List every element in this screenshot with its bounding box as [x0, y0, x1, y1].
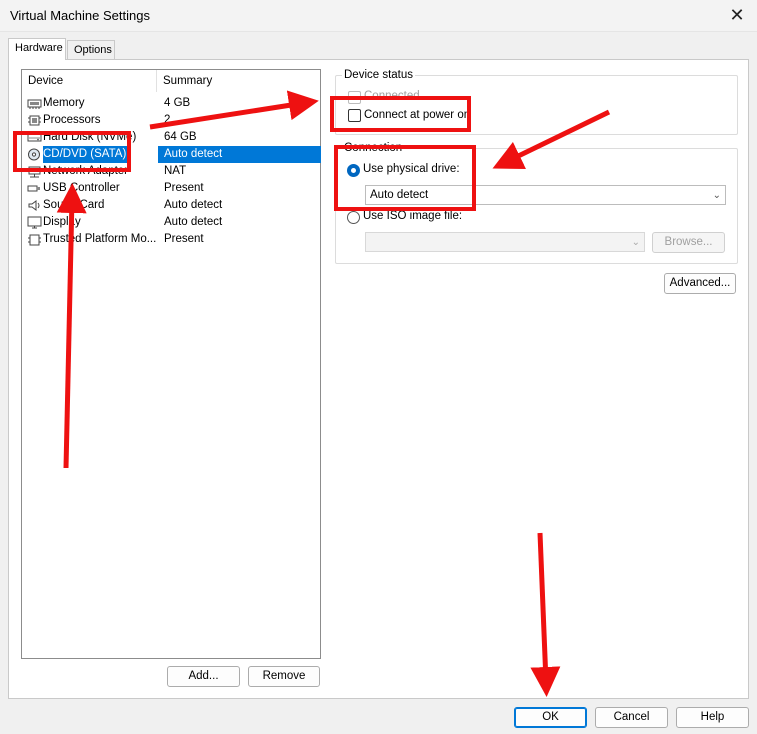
tpm-icon [27, 233, 42, 246]
window-title: Virtual Machine Settings [10, 8, 150, 23]
chevron-down-icon: ⌄ [712, 190, 721, 201]
device-column-header[interactable]: Device [22, 70, 157, 92]
tab-hardware[interactable]: Hardware [8, 38, 66, 60]
device-summary: Present [164, 182, 204, 194]
device-label: Sound Card [43, 199, 105, 211]
device-summary: Auto detect [158, 146, 321, 163]
title-bar: Virtual Machine Settings ✕ [0, 0, 757, 32]
memory-icon [27, 97, 42, 110]
browse-button: Browse... [652, 232, 725, 253]
annotation-box-cd-dvd [13, 131, 131, 172]
device-row-sound-card[interactable]: Sound Card Auto detect [23, 197, 321, 214]
help-button[interactable]: Help [676, 707, 749, 728]
device-row-display[interactable]: Display Auto detect [23, 214, 321, 231]
device-summary: Auto detect [164, 199, 223, 211]
device-summary: Auto detect [164, 216, 223, 228]
processor-icon [27, 114, 42, 127]
device-summary: 64 GB [164, 131, 197, 143]
device-label: Display [43, 216, 81, 228]
device-summary: 2 [164, 114, 171, 126]
tab-options[interactable]: Options [67, 40, 115, 59]
advanced-button[interactable]: Advanced... [664, 273, 736, 294]
use-iso-image-radio[interactable] [347, 211, 360, 224]
ok-button[interactable]: OK [514, 707, 587, 728]
add-device-button[interactable]: Add... [167, 666, 240, 687]
device-row-usb-controller[interactable]: USB Controller Present [23, 180, 321, 197]
device-summary: 4 GB [164, 97, 191, 109]
sound-card-icon [27, 199, 42, 212]
cancel-button[interactable]: Cancel [595, 707, 668, 728]
remove-device-button[interactable]: Remove [248, 666, 320, 687]
device-row-processors[interactable]: Processors 2 [23, 112, 321, 129]
device-summary: NAT [164, 165, 187, 177]
usb-icon [27, 182, 42, 195]
device-label: Processors [43, 114, 101, 126]
iso-image-select: ⌄ [365, 232, 645, 252]
display-icon [27, 216, 42, 229]
device-label: Memory [43, 97, 85, 109]
chevron-down-icon: ⌄ [631, 237, 640, 248]
summary-column-header[interactable]: Summary [157, 70, 320, 92]
device-summary: Present [164, 233, 204, 245]
annotation-box-connect-at-power-on [330, 96, 471, 132]
device-label: Trusted Platform Mo... [43, 233, 157, 245]
close-icon[interactable]: ✕ [717, 0, 757, 32]
device-label: USB Controller [43, 182, 120, 194]
annotation-box-physical-drive [334, 145, 476, 211]
use-iso-image-label[interactable]: Use ISO image file: [363, 210, 462, 222]
device-status-title: Device status [342, 69, 416, 81]
device-row-memory[interactable]: Memory 4 GB [23, 95, 321, 112]
device-row-tpm[interactable]: Trusted Platform Mo... Present [23, 231, 321, 248]
